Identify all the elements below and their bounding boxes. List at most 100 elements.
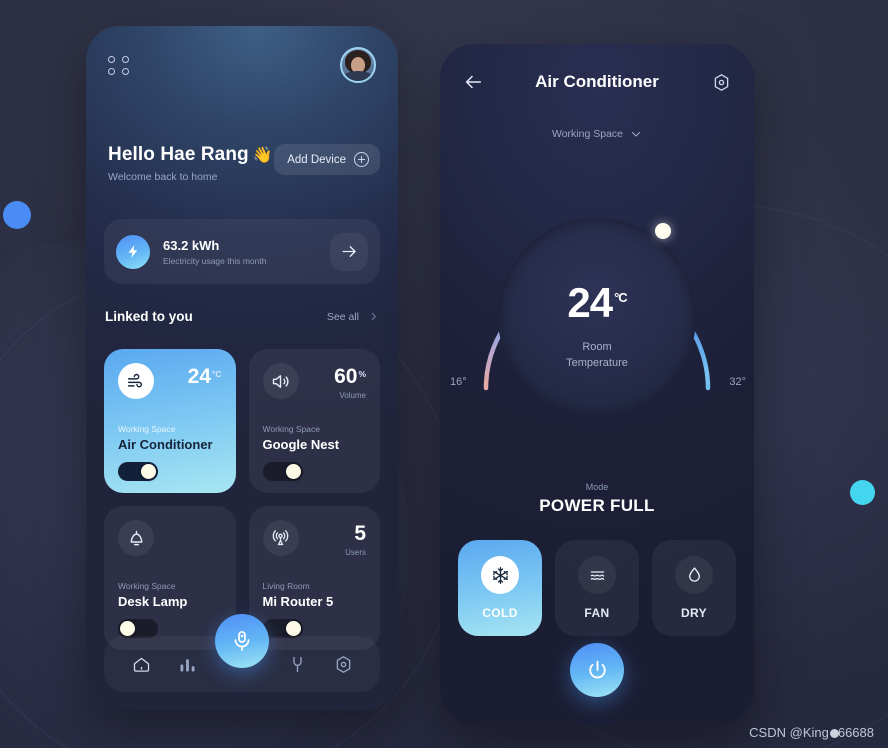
mode-name: FAN <box>584 606 610 620</box>
settings-hex-icon <box>714 73 729 91</box>
router-icon <box>262 520 299 556</box>
dial-caption-line2: Temperature <box>566 356 628 369</box>
device-grid: 24°C Working Space Air Conditioner 60% V… <box>104 349 380 650</box>
device-room: Working Space <box>118 581 176 591</box>
device-card-desk-lamp[interactable]: Working Space Desk Lamp <box>104 506 236 650</box>
greeting-text: Hello Hae Rang <box>108 144 249 165</box>
device-metric-sup: % <box>358 368 366 379</box>
detail-settings-button[interactable] <box>706 69 732 95</box>
device-room: Working Space <box>262 424 320 434</box>
dial-max-label: 32° <box>729 376 746 388</box>
watermark-prefix: CSDN @King <box>749 725 829 740</box>
speaker-icon <box>262 363 299 399</box>
power-button[interactable] <box>570 643 624 697</box>
device-card-air-conditioner[interactable]: 24°C Working Space Air Conditioner <box>104 349 236 493</box>
avatar[interactable] <box>340 47 376 83</box>
greeting-block: Hello Hae Rang 👋 Welcome back to home <box>108 144 273 183</box>
device-metric: 24°C <box>188 363 222 387</box>
mode-card-fan[interactable]: FAN <box>555 540 639 636</box>
page-title: Hello Hae Rang 👋 <box>108 144 273 166</box>
mode-label: Mode <box>585 482 609 492</box>
mode-card-cold[interactable]: COLD <box>458 540 542 636</box>
wave-emoji: 👋 <box>252 147 273 164</box>
csdn-watermark: CSDN @King 66688 <box>749 725 874 740</box>
microphone-icon[interactable] <box>215 614 269 668</box>
dial-readout: 24 °C Room Temperature <box>472 282 722 372</box>
device-metric: 5 Users <box>345 520 366 557</box>
device-metric-value: 60 <box>334 365 358 388</box>
device-toggle[interactable] <box>262 462 303 481</box>
mode-value: POWER FULL <box>539 496 655 515</box>
mode-selector: COLD FAN DRY <box>458 540 736 636</box>
dial-temperature-value: 24 <box>567 279 613 326</box>
add-device-label: Add Device <box>287 153 346 166</box>
greeting-row: Hello Hae Rang 👋 Welcome back to home Add… <box>108 144 380 183</box>
floating-dot-blue <box>3 201 31 229</box>
section-title: Linked to you <box>105 309 193 324</box>
nav-home-icon[interactable] <box>122 645 160 683</box>
greeting-subtitle: Welcome back to home <box>108 171 218 183</box>
device-name: Desk Lamp <box>118 594 188 609</box>
room-label: Working Space <box>551 128 623 140</box>
watermark-dot-icon <box>829 729 839 738</box>
device-metric-value: 24 <box>187 365 211 388</box>
back-button[interactable] <box>462 69 488 95</box>
device-card-mi-router[interactable]: 5 Users Living Room Mi Router 5 <box>248 506 380 650</box>
power-icon <box>588 660 606 678</box>
arrow-right-icon[interactable] <box>330 232 368 271</box>
mode-name: COLD <box>482 606 518 620</box>
linked-section-header: Linked to you See all <box>105 309 379 324</box>
plus-circle-icon <box>354 152 369 167</box>
dial-caption-line1: Room <box>582 341 612 353</box>
energy-caption: Electricity usage this month <box>163 255 267 266</box>
see-all-label: See all <box>326 310 359 323</box>
floating-dot-cyan <box>850 480 875 505</box>
energy-text: 63.2 kWh Electricity usage this month <box>163 238 330 266</box>
arrow-left-icon <box>465 75 482 89</box>
device-toggle[interactable] <box>118 462 158 481</box>
device-metric: 60% Volume <box>334 363 366 400</box>
dial-temperature: 24 °C <box>472 282 722 324</box>
wind-icon <box>118 363 154 399</box>
see-all-button[interactable]: See all <box>327 311 379 323</box>
dial-knob-handle[interactable] <box>655 223 671 239</box>
device-detail-phone: Air Conditioner Working Space 24 °C Room… <box>440 44 754 725</box>
fan-waves-icon <box>578 556 616 594</box>
grid-dots-icon[interactable] <box>108 55 131 75</box>
device-metric-unit: Volume <box>339 391 366 400</box>
add-device-button[interactable]: Add Device <box>274 144 380 175</box>
chevron-down-icon <box>631 131 641 137</box>
mode-name: DRY <box>680 606 708 620</box>
device-name: Mi Router 5 <box>262 594 334 609</box>
nav-settings-hex-icon[interactable] <box>324 645 362 683</box>
device-name: Air Conditioner <box>118 437 213 452</box>
droplet-icon <box>675 556 713 594</box>
device-room: Living Room <box>262 581 310 591</box>
mode-card-dry[interactable]: DRY <box>652 540 736 636</box>
device-room: Working Space <box>118 424 176 434</box>
bolt-icon <box>116 234 150 269</box>
watermark-suffix: 66688 <box>837 725 874 740</box>
room-selector[interactable]: Working Space <box>440 128 754 140</box>
energy-value: 63.2 kWh <box>163 237 220 253</box>
lamp-icon <box>118 520 154 556</box>
device-name: Google Nest <box>262 437 340 452</box>
home-topbar <box>86 26 398 104</box>
home-screen-phone: Hello Hae Rang 👋 Welcome back to home Add… <box>86 26 398 710</box>
temperature-dial[interactable]: 24 °C Room Temperature 16° 32° <box>450 192 746 442</box>
snowflake-icon <box>481 556 519 594</box>
dial-caption: Room Temperature <box>472 340 722 372</box>
dial-min-label: 16° <box>450 376 467 388</box>
device-metric-unit: Users <box>345 548 366 557</box>
device-card-google-nest[interactable]: 60% Volume Working Space Google Nest <box>248 349 380 493</box>
device-metric-sup: °C <box>211 368 222 379</box>
detail-topbar: Air Conditioner <box>440 44 754 120</box>
chevron-right-icon <box>371 312 376 321</box>
device-metric-value: 5 <box>354 522 366 545</box>
nav-plug-icon[interactable] <box>278 645 316 683</box>
detail-title: Air Conditioner <box>535 72 659 91</box>
nav-stats-bar-icon[interactable] <box>168 645 206 683</box>
dial-temperature-unit: °C <box>614 290 628 305</box>
screenshot-canvas: Hello Hae Rang 👋 Welcome back to home Add… <box>0 0 888 748</box>
energy-usage-card[interactable]: 63.2 kWh Electricity usage this month <box>104 219 380 284</box>
